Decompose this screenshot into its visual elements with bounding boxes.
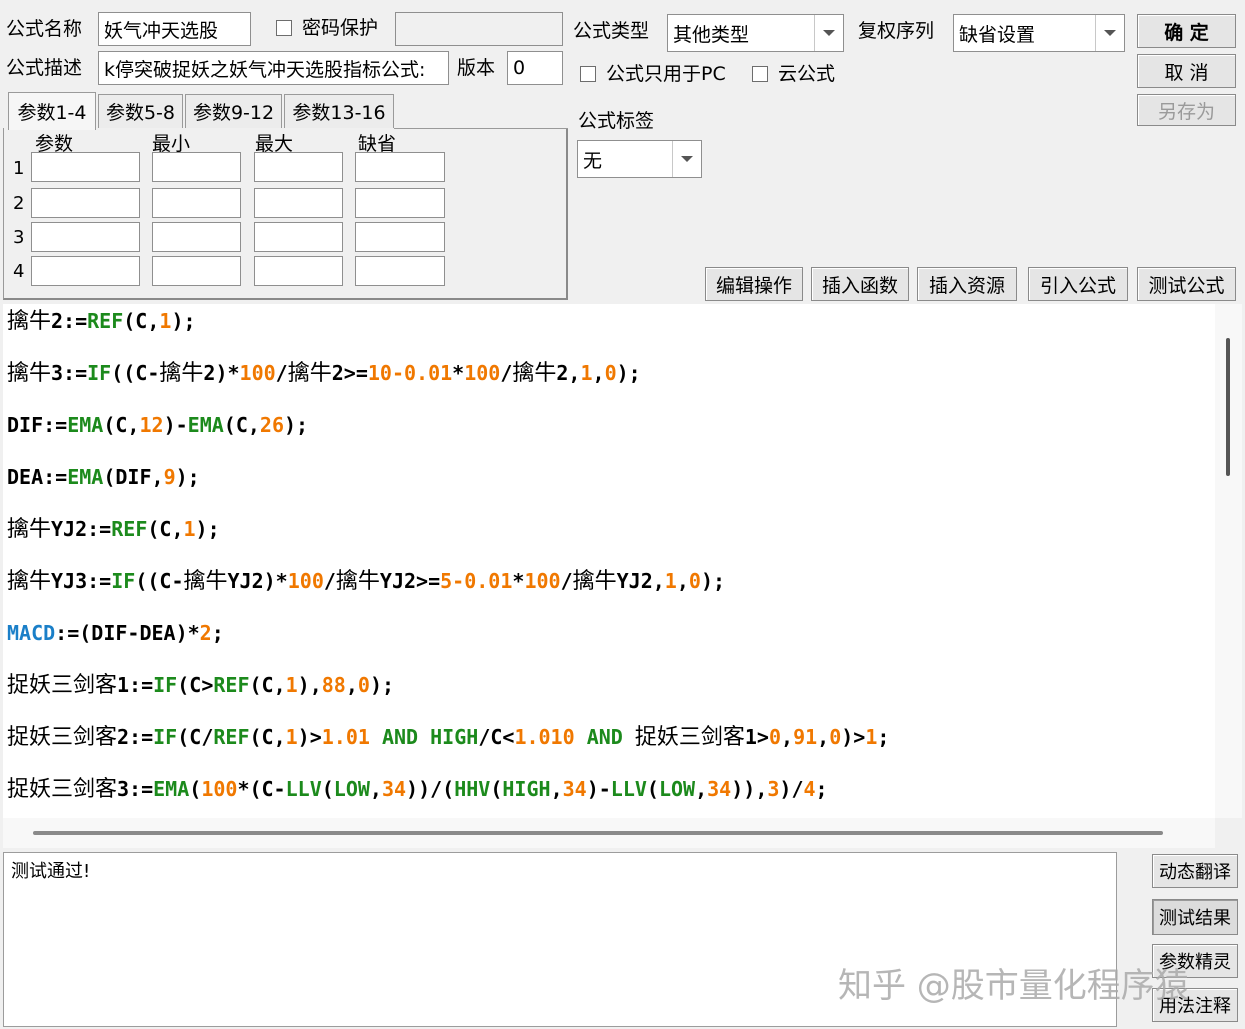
- rights-sequence-value: 缺省设置: [959, 23, 1036, 46]
- formula-desc-input[interactable]: k停突破捉妖之妖气冲天选股指标公式:: [98, 51, 449, 85]
- formula-name-label: 公式名称: [6, 18, 83, 40]
- param-row-number: 4: [13, 261, 25, 282]
- chevron-down-icon[interactable]: [814, 15, 843, 51]
- pc-only-label: 公式只用于PC: [606, 63, 726, 85]
- param-2-default-input[interactable]: [355, 188, 445, 218]
- code-line: DEA:=EMA(DIF,9);: [7, 465, 200, 489]
- formula-type-label: 公式类型: [573, 20, 650, 42]
- code-line: 擒牛YJ2:=REF(C,1);: [7, 517, 220, 542]
- formula-type-select[interactable]: 其他类型: [667, 14, 844, 52]
- code-line: 擒牛3:=IF((C-擒牛2)*100/擒牛2>=10-0.01*100/擒牛2…: [7, 361, 641, 386]
- formula-tag-label: 公式标签: [578, 110, 655, 132]
- code-editor[interactable]: 擒牛2:=REF(C,1); 擒牛3:=IF((C-擒牛2)*100/擒牛2>=1…: [3, 304, 1215, 818]
- param-1-default-input[interactable]: [355, 152, 445, 182]
- horizontal-scroll-thumb[interactable]: [33, 831, 1163, 835]
- test-result-button[interactable]: 测试结果: [1152, 899, 1238, 935]
- edit-ops-button[interactable]: 编辑操作: [705, 267, 803, 301]
- pc-only-checkbox[interactable]: [580, 66, 596, 82]
- version-label: 版本: [457, 57, 496, 79]
- code-line: 擒牛2:=REF(C,1);: [7, 309, 196, 334]
- code-line: 捉妖三剑客2:=IF(C/REF(C,1)>1.01 AND HIGH/C<1.…: [7, 725, 890, 750]
- param-4-default-input[interactable]: [355, 256, 445, 286]
- chevron-down-icon[interactable]: [1095, 15, 1124, 51]
- param-row-number: 2: [13, 193, 25, 214]
- version-input[interactable]: 0: [507, 51, 563, 85]
- password-label: 密码保护: [302, 17, 379, 39]
- param-4-name-input[interactable]: [31, 256, 140, 286]
- param-3-name-input[interactable]: [31, 222, 140, 252]
- code-line: 捉妖三剑客1:=IF(C>REF(C,1),88,0);: [7, 673, 395, 698]
- chevron-down-icon[interactable]: [672, 141, 701, 177]
- param-2-name-input[interactable]: [31, 188, 140, 218]
- ok-button[interactable]: 确 定: [1137, 14, 1236, 48]
- param-1-min-input[interactable]: [152, 152, 241, 182]
- cloud-formula-checkbox[interactable]: [752, 66, 768, 82]
- formula-name-input[interactable]: 妖气冲天选股: [98, 12, 251, 46]
- tab-params-5-8[interactable]: 参数5-8: [98, 94, 183, 128]
- tab-params-1-4[interactable]: 参数1-4: [8, 92, 96, 130]
- param-1-name-input[interactable]: [31, 152, 140, 182]
- horizontal-scrollbar[interactable]: [3, 818, 1215, 848]
- output-text: 测试通过!: [11, 861, 91, 882]
- tab-divider: [394, 128, 568, 129]
- param-2-max-input[interactable]: [254, 188, 343, 218]
- insert-function-button[interactable]: 插入函数: [811, 267, 909, 301]
- code-line: 擒牛YJ3:=IF((C-擒牛YJ2)*100/擒牛YJ2>=5-0.01*10…: [7, 569, 726, 594]
- cloud-formula-label: 云公式: [778, 63, 836, 85]
- vertical-scroll-thumb[interactable]: [1226, 338, 1230, 476]
- password-checkbox[interactable]: [276, 20, 292, 36]
- formula-tag-select[interactable]: 无: [577, 140, 702, 178]
- formula-type-value: 其他类型: [673, 23, 750, 46]
- save-as-button[interactable]: 另存为: [1137, 94, 1236, 126]
- tab-params-9-12[interactable]: 参数9-12: [185, 94, 282, 128]
- cancel-button[interactable]: 取 消: [1137, 54, 1236, 88]
- dynamic-translate-button[interactable]: 动态翻译: [1152, 854, 1238, 888]
- param-row-number: 3: [13, 227, 25, 248]
- param-2-min-input[interactable]: [152, 188, 241, 218]
- rights-sequence-label: 复权序列: [858, 20, 935, 42]
- code-line: MACD:=(DIF-DEA)*2;: [7, 621, 224, 645]
- param-3-max-input[interactable]: [254, 222, 343, 252]
- code-line: 捉妖三剑客3:=EMA(100*(C-LLV(LOW,34))/(HHV(HIG…: [7, 777, 828, 802]
- formula-tag-value: 无: [583, 149, 603, 172]
- param-3-default-input[interactable]: [355, 222, 445, 252]
- param-1-max-input[interactable]: [254, 152, 343, 182]
- vertical-scrollbar[interactable]: [1215, 304, 1242, 818]
- password-input[interactable]: [395, 12, 563, 46]
- param-4-max-input[interactable]: [254, 256, 343, 286]
- import-formula-button[interactable]: 引入公式: [1028, 267, 1128, 301]
- code-line: DIF:=EMA(C,12)-EMA(C,26);: [7, 413, 309, 437]
- insert-resource-button[interactable]: 插入资源: [917, 267, 1017, 301]
- test-formula-button[interactable]: 测试公式: [1137, 267, 1236, 301]
- rights-sequence-select[interactable]: 缺省设置: [953, 14, 1125, 52]
- param-3-min-input[interactable]: [152, 222, 241, 252]
- watermark: 知乎 @股市量化程序猿: [838, 966, 1189, 1006]
- formula-desc-label: 公式描述: [6, 57, 83, 79]
- param-4-min-input[interactable]: [152, 256, 241, 286]
- param-row-number: 1: [13, 158, 25, 179]
- tab-params-13-16[interactable]: 参数13-16: [284, 94, 394, 128]
